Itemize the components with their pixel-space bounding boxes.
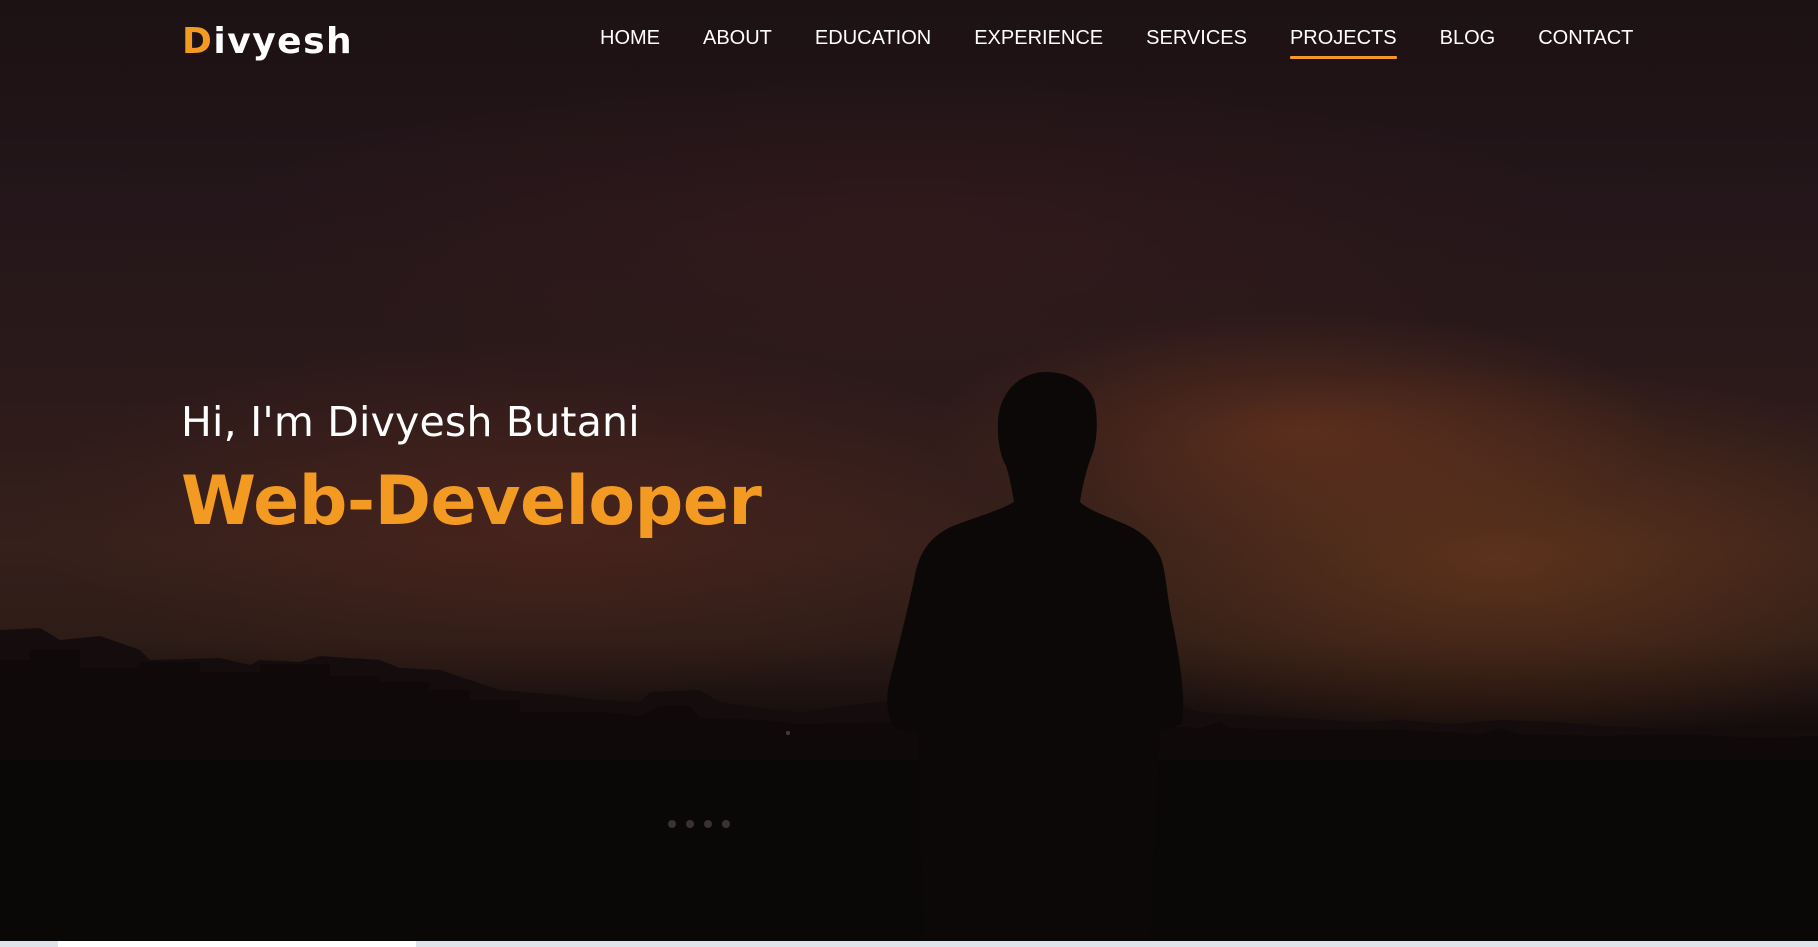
main-nav: HOME ABOUT EDUCATION EXPERIENCE SERVICES… (600, 0, 1633, 76)
brand-logo-initial: D (182, 21, 214, 62)
page: Divyesh HOME ABOUT EDUCATION EXPERIENCE … (0, 0, 1818, 947)
hero-role-title: Web-Developer (181, 462, 762, 541)
nav-link-services[interactable]: SERVICES (1146, 26, 1247, 50)
nav-link-about[interactable]: ABOUT (703, 26, 772, 50)
top-navbar: Divyesh HOME ABOUT EDUCATION EXPERIENCE … (0, 0, 1818, 80)
hero-greeting: Hi, I'm Divyesh Butani (181, 398, 640, 446)
nav-link-education[interactable]: EDUCATION (815, 26, 931, 50)
bottom-strip-segment (58, 941, 416, 947)
nav-link-blog[interactable]: BLOG (1440, 26, 1496, 50)
nav-link-contact[interactable]: CONTACT (1538, 26, 1633, 50)
brand-logo-text: ivyesh (213, 21, 354, 62)
nav-link-projects[interactable]: PROJECTS (1289, 26, 1397, 59)
brand-logo[interactable]: Divyesh (182, 18, 353, 66)
bottom-edge-strip (0, 941, 1818, 947)
nav-link-experience[interactable]: EXPERIENCE (974, 26, 1103, 50)
nav-link-home[interactable]: HOME (600, 26, 660, 50)
hero-intro: Hi, I'm Divyesh Butani Web-Developer (181, 396, 762, 542)
